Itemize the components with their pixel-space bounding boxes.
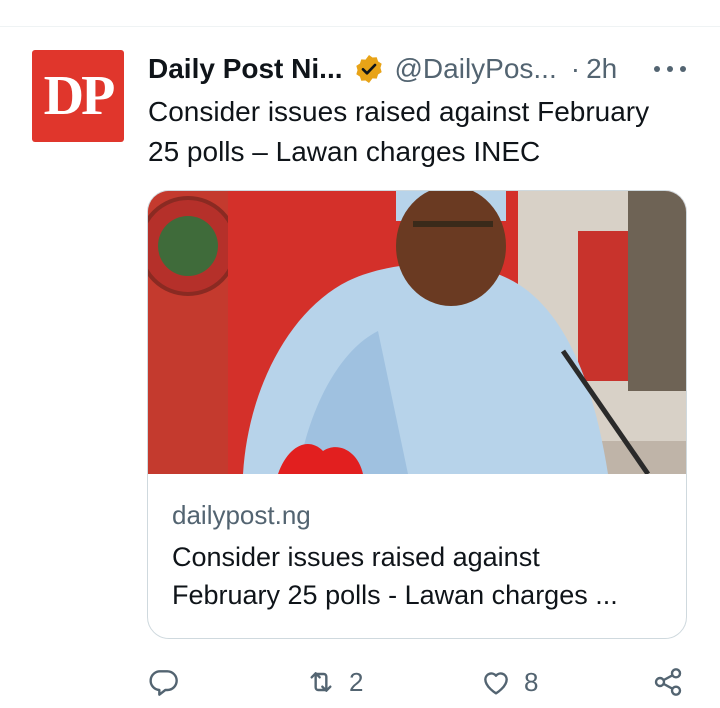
retweet-count: 2 [349, 666, 364, 697]
avatar-logo-text: DP [43, 65, 116, 127]
retweet-button[interactable]: 2 [305, 660, 363, 704]
tweet-timestamp[interactable]: 2h [586, 53, 617, 85]
share-icon [654, 668, 682, 696]
like-count: 8 [524, 666, 539, 697]
separator-dot: · [570, 53, 581, 84]
verified-badge-icon[interactable] [353, 53, 385, 85]
reply-button[interactable] [148, 660, 192, 704]
top-divider [0, 26, 720, 27]
card-image [148, 191, 686, 474]
card-title: Consider issues raised against February … [172, 542, 618, 610]
link-card[interactable]: dailypost.ng Consider issues raised agai… [147, 190, 687, 639]
reply-icon [149, 670, 178, 696]
card-domain: dailypost.ng [172, 500, 311, 530]
retweet-icon [310, 672, 332, 692]
more-icon[interactable] [648, 55, 692, 83]
action-bar: 2 8 [0, 660, 720, 704]
tweet-text: Consider issues raised against February … [148, 96, 650, 167]
like-button[interactable]: 8 [480, 660, 538, 704]
card-body: dailypost.ng Consider issues raised agai… [148, 474, 686, 638]
author-display-name[interactable]: Daily Post Ni... [148, 53, 343, 85]
share-button[interactable] [652, 660, 684, 704]
avatar[interactable]: DP [32, 50, 124, 142]
author-handle[interactable]: @DailyPos... [395, 53, 557, 85]
tweet-header: Daily Post Ni... @DailyPos... · 2h [148, 52, 617, 86]
like-icon [484, 672, 508, 695]
